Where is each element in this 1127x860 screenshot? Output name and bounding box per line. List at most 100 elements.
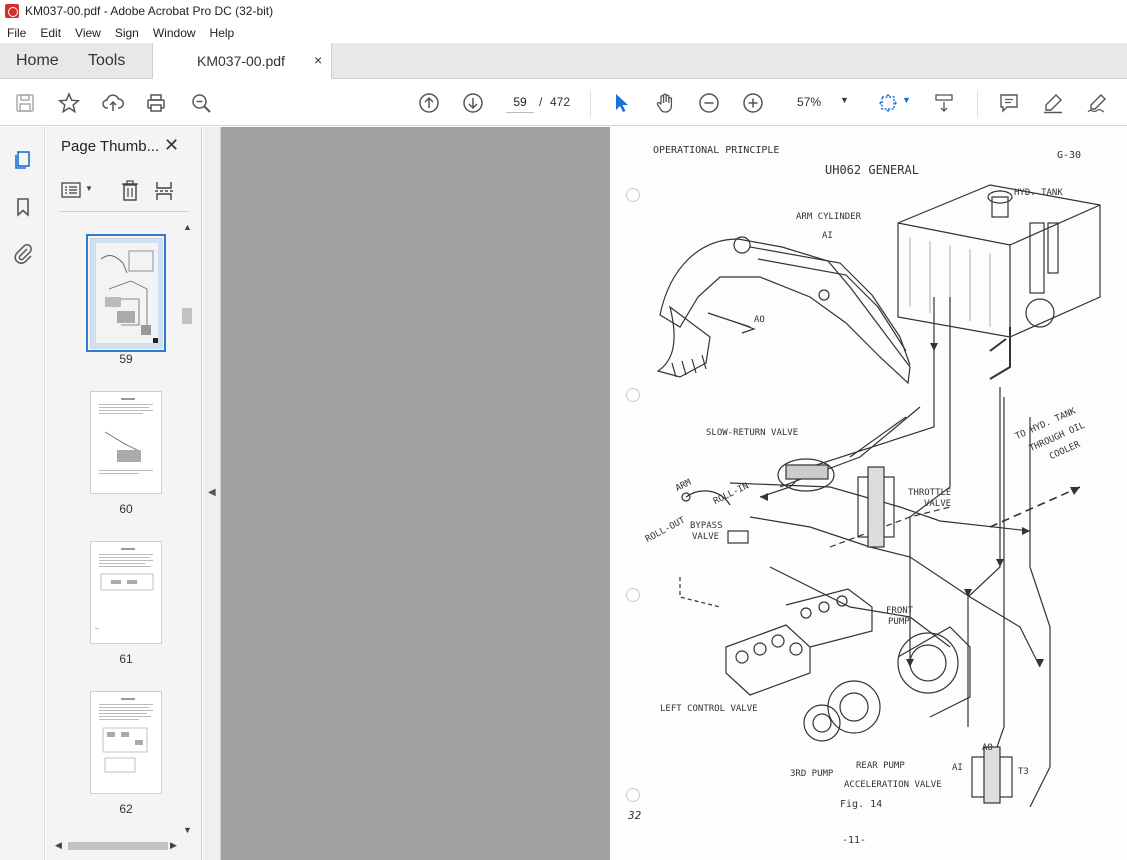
print-icon[interactable] xyxy=(144,91,168,115)
hand-icon[interactable] xyxy=(653,91,677,115)
thumbnail-diagram-preview xyxy=(91,239,163,349)
tab-document-label: KM037-00.pdf xyxy=(197,53,285,69)
toolbar-divider xyxy=(590,91,591,117)
menu-view[interactable]: View xyxy=(68,26,108,40)
thumbnail-number-61: 61 xyxy=(119,652,133,666)
vertical-scrollbar-thumb[interactable] xyxy=(182,308,192,324)
horizontal-scrollbar-thumb[interactable] xyxy=(68,842,168,850)
label-hyd-tank: HYD. TANK xyxy=(1014,188,1063,198)
toolbar: / 472 57% ▼ ▼ xyxy=(0,80,1127,126)
thumbnail-options-icon[interactable] xyxy=(61,182,81,198)
panel-title: Page Thumb... xyxy=(61,138,160,155)
scroll-mode-icon[interactable] xyxy=(932,91,956,115)
label-acceleration-valve: ACCELERATION VALVE xyxy=(844,780,942,790)
label-arm-cylinder: ARM CYLINDER xyxy=(796,212,862,222)
collapse-panel-icon[interactable]: ◀ xyxy=(208,487,216,498)
page-up-icon[interactable] xyxy=(417,91,441,115)
thumbnail-panel: Page Thumb... ✕ ▼ 59 60 61 62 ▲ ▼ ◀ ▶ xyxy=(46,127,202,860)
page-number-input[interactable] xyxy=(506,91,534,113)
hydraulic-tank xyxy=(897,184,1101,338)
menu-edit[interactable]: Edit xyxy=(33,26,68,40)
zoom-in-icon[interactable] xyxy=(741,91,765,115)
thumbnail-page-59[interactable] xyxy=(86,234,166,352)
thumbnail-text-preview xyxy=(95,548,154,629)
excavator-arm xyxy=(659,238,911,385)
comment-icon[interactable] xyxy=(997,91,1021,115)
select-arrow-icon[interactable] xyxy=(609,91,633,115)
window-title: KM037-00.pdf - Adobe Acrobat Pro DC (32-… xyxy=(25,4,274,18)
thumbnail-text-preview xyxy=(99,398,153,474)
page-number-footer: -11- xyxy=(842,835,867,846)
zoom-search-icon[interactable] xyxy=(189,91,213,115)
title-bar: KM037-00.pdf - Adobe Acrobat Pro DC (32-… xyxy=(0,0,1127,22)
page-total: 472 xyxy=(550,95,571,109)
tab-tools[interactable]: Tools xyxy=(88,52,125,70)
star-icon[interactable] xyxy=(57,91,81,115)
menu-window[interactable]: Window xyxy=(146,26,203,40)
tab-bar: Home Tools KM037-00.pdf × xyxy=(0,43,1127,79)
label-ao-top: AO xyxy=(754,315,765,325)
front-pump xyxy=(897,632,959,694)
page-separator: / xyxy=(539,95,543,109)
pdf-page: OPERATIONAL PRINCIPLE G-30 UH062 GENERAL xyxy=(610,127,1127,860)
zoom-out-icon[interactable] xyxy=(697,91,721,115)
sign-icon[interactable] xyxy=(1085,91,1109,115)
label-ai-top: AI xyxy=(822,231,833,241)
fit-dropdown-icon[interactable]: ▼ xyxy=(902,95,911,105)
bypass-valve xyxy=(727,530,749,544)
scroll-up-icon[interactable]: ▲ xyxy=(183,222,192,232)
toolbar-divider xyxy=(977,91,978,117)
label-ao-bottom: AO xyxy=(982,743,993,753)
scroll-down-icon[interactable]: ▼ xyxy=(183,825,192,835)
thumbnail-options-dropdown-icon[interactable]: ▼ xyxy=(85,184,93,193)
label-left-control-valve: LEFT CONTROL VALVE xyxy=(660,704,758,714)
label-throttle-valve: VALVE xyxy=(924,499,952,509)
panel-tools: ▼ xyxy=(59,178,189,204)
page-down-icon[interactable] xyxy=(461,91,485,115)
bookmark-icon[interactable] xyxy=(10,194,36,220)
attachment-icon[interactable] xyxy=(10,240,36,266)
menu-bar: File Edit View Sign Window Help xyxy=(0,22,1127,43)
label-front: FRONT xyxy=(886,606,914,616)
tab-home[interactable]: Home xyxy=(16,52,59,70)
highlight-icon[interactable] xyxy=(1041,91,1065,115)
menu-help[interactable]: Help xyxy=(203,26,242,40)
save-icon[interactable] xyxy=(13,91,37,115)
scroll-left-icon[interactable]: ◀ xyxy=(55,840,62,851)
label-throttle: THROTTLE xyxy=(908,488,952,498)
thumbnail-number-59: 59 xyxy=(119,352,133,366)
menu-file[interactable]: File xyxy=(0,26,33,40)
close-panel-icon[interactable]: ✕ xyxy=(164,135,179,156)
scroll-right-icon[interactable]: ▶ xyxy=(170,840,177,851)
menu-sign[interactable]: Sign xyxy=(108,26,146,40)
acrobat-logo-icon xyxy=(5,4,19,18)
left-rail xyxy=(0,127,45,860)
thumbnail-page-62[interactable] xyxy=(90,691,162,794)
label-bypass-valve: VALVE xyxy=(692,532,720,542)
label-bypass: BYPASS xyxy=(690,521,723,531)
label-t3: T3 xyxy=(1018,767,1029,777)
zoom-value[interactable]: 57% xyxy=(797,95,821,109)
extract-pages-icon[interactable] xyxy=(153,180,175,202)
third-pump xyxy=(803,704,841,742)
thumbnail-number-60: 60 xyxy=(119,502,133,516)
label-slow-return-valve: SLOW-RETURN VALVE xyxy=(706,428,799,438)
label-rear-pump: REAR PUMP xyxy=(856,761,905,771)
thumbnail-page-61[interactable] xyxy=(90,541,162,644)
thumbnail-page-60[interactable] xyxy=(90,391,162,494)
label-third-pump: 3RD PUMP xyxy=(790,769,834,779)
thumbnail-number-62: 62 xyxy=(119,802,133,816)
close-tab-icon[interactable]: × xyxy=(314,52,322,68)
label-front-pump: PUMP xyxy=(888,617,910,627)
handwritten-note: 32 xyxy=(628,809,642,822)
hydraulic-diagram xyxy=(656,184,1101,808)
figure-caption: Fig. 14 xyxy=(840,799,883,810)
page-thumbnails-icon[interactable] xyxy=(10,147,36,173)
fit-page-icon[interactable] xyxy=(876,91,900,115)
panel-collapse-strip[interactable]: ◀ xyxy=(203,127,221,860)
upload-icon[interactable] xyxy=(101,91,125,115)
label-ai-bottom: AI xyxy=(952,763,963,773)
tab-document[interactable]: KM037-00.pdf × xyxy=(152,43,332,79)
zoom-dropdown-icon[interactable]: ▼ xyxy=(840,95,849,105)
delete-page-icon[interactable] xyxy=(120,180,140,202)
